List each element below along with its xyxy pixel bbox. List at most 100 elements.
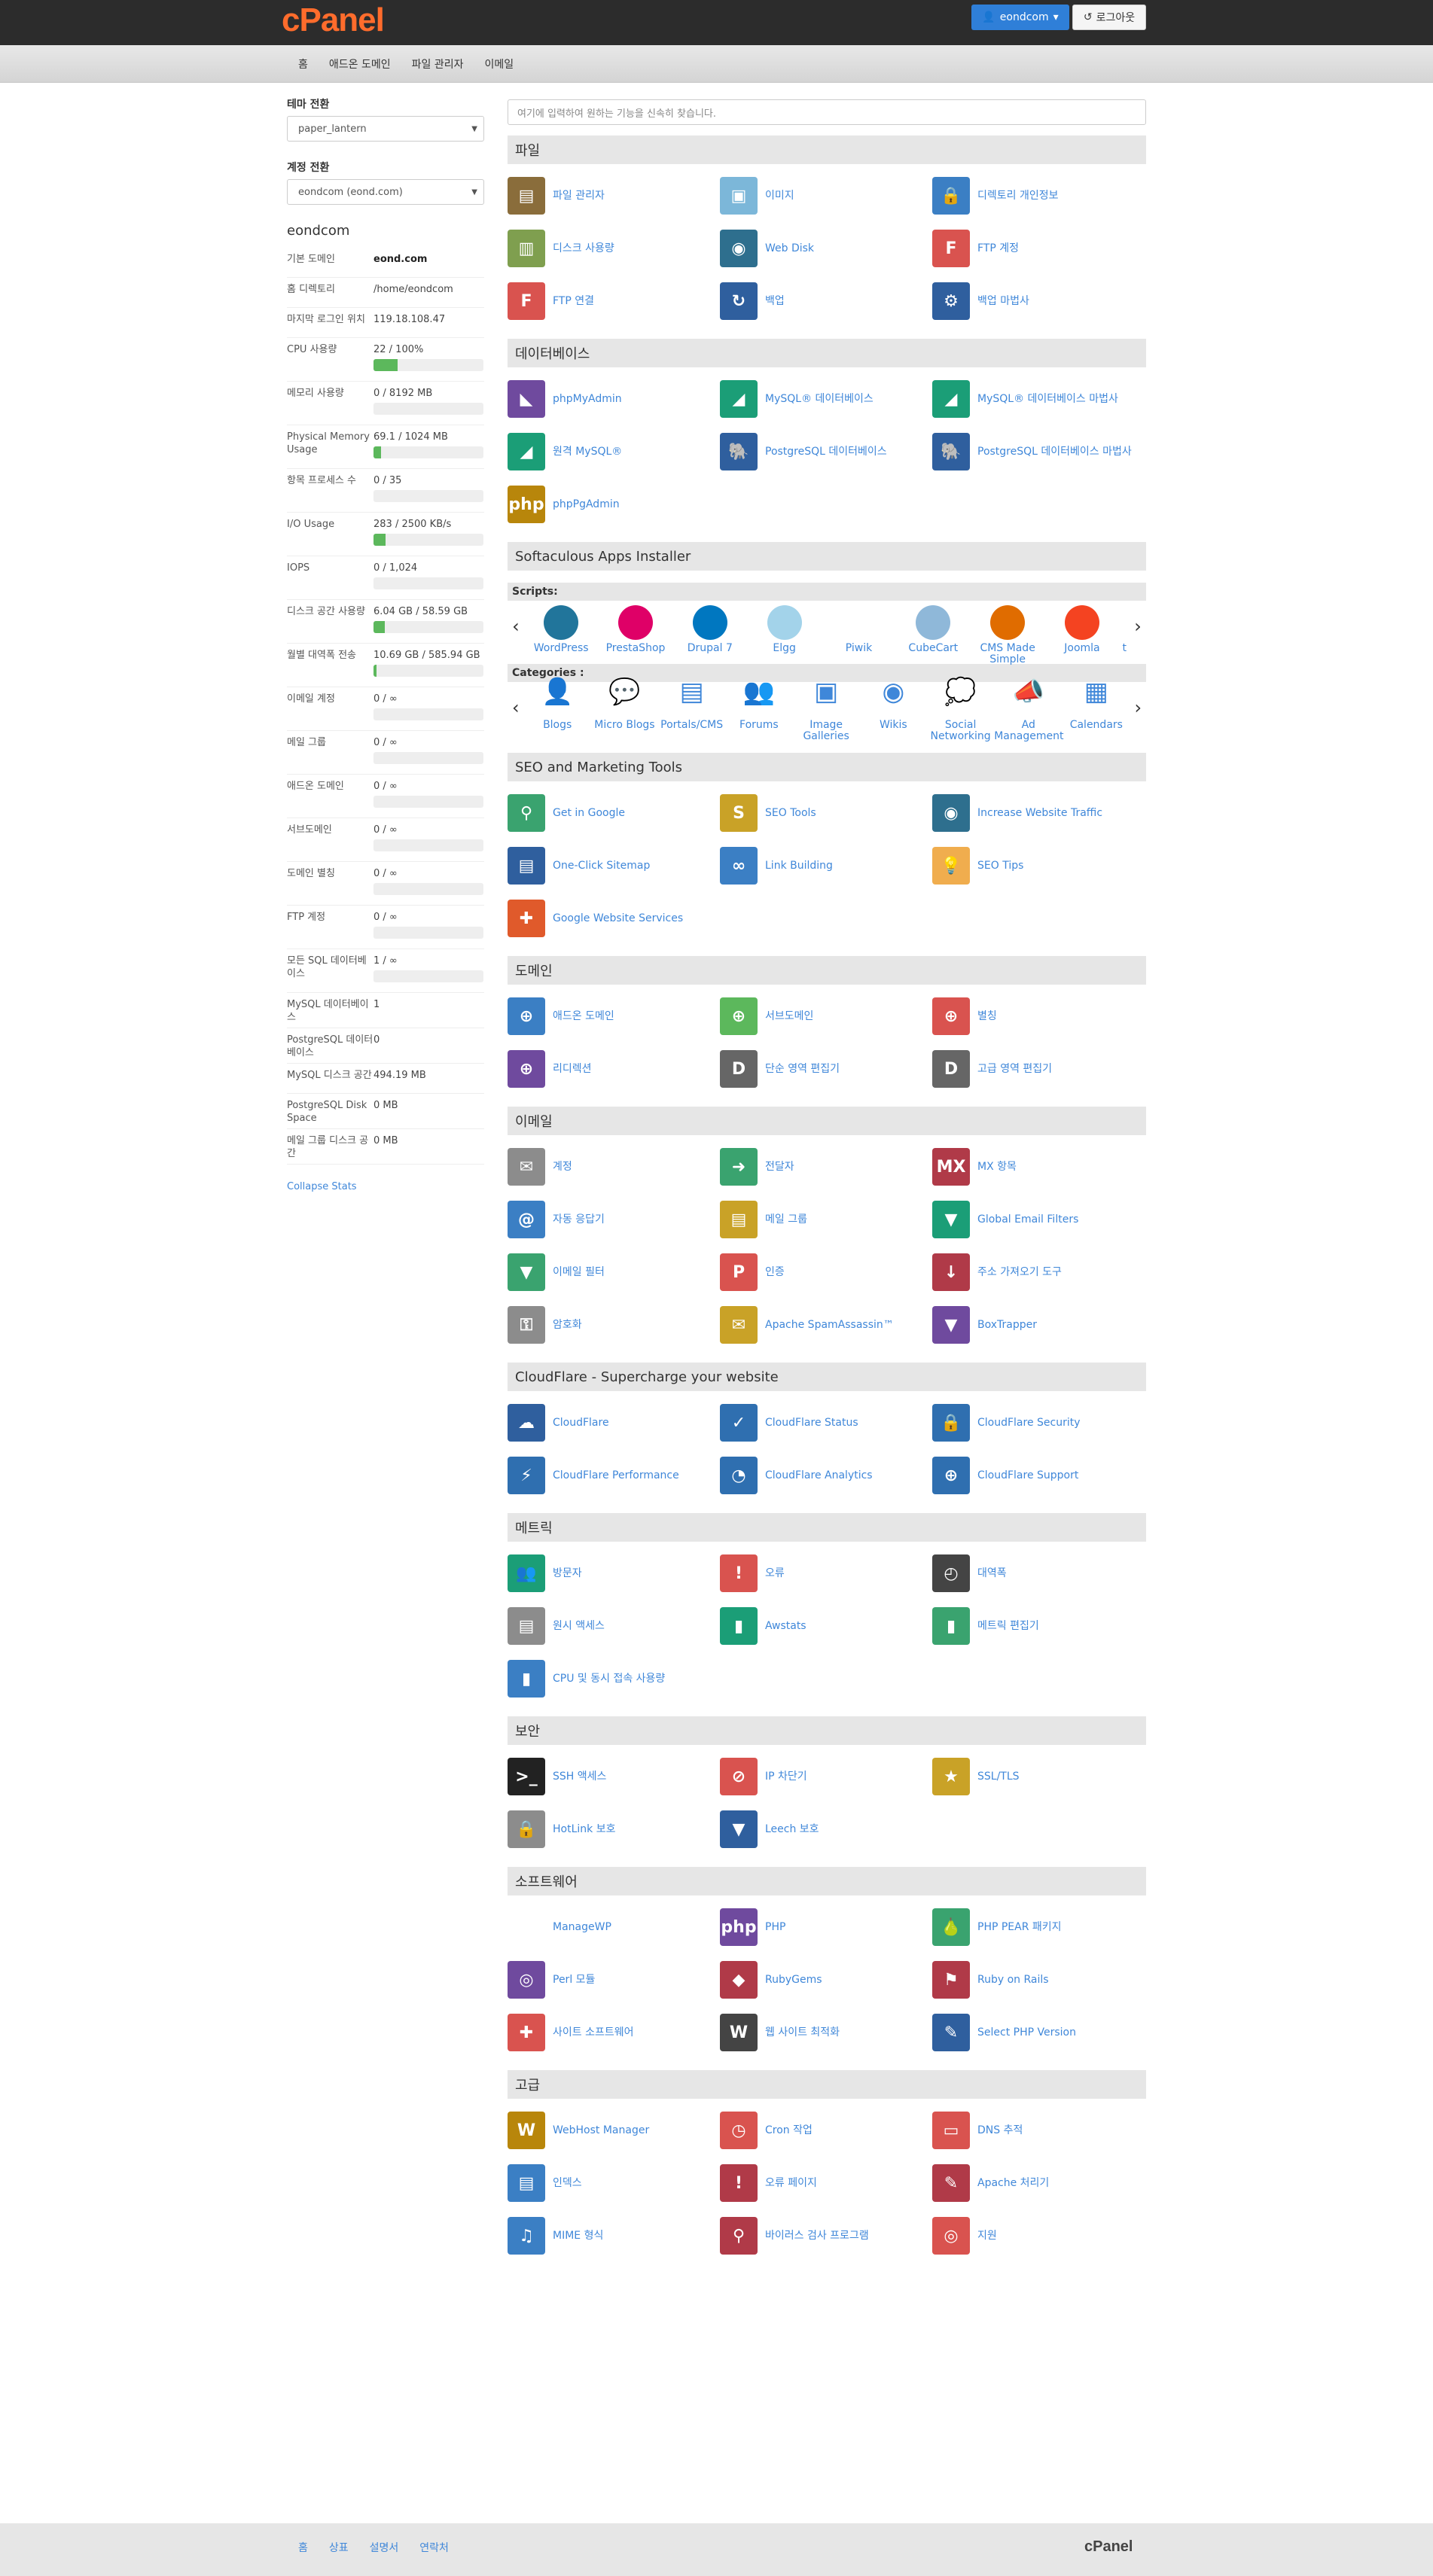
section-header[interactable]: 데이터베이스 [508,339,1146,367]
feature-item[interactable]: 🐘 PostgreSQL 데이터베이스 [720,432,932,471]
feature-item[interactable]: ⚑ Ruby on Rails [932,1960,1145,1999]
feature-item[interactable]: ◴ 대역폭 [932,1554,1145,1593]
feature-item[interactable]: ↻ 백업 [720,282,932,321]
feature-item[interactable]: ▮ CPU 및 동시 접속 사용량 [508,1659,720,1698]
feature-item[interactable]: ⚲ Get in Google [508,793,720,833]
chevron-right-icon[interactable]: › [1130,687,1146,718]
category-item[interactable]: 👥 Forums [725,679,792,731]
feature-item[interactable]: php PHP [720,1908,932,1947]
category-item[interactable]: 📣 Ad Management [994,679,1063,742]
category-item[interactable]: ▣ Image Galleries [793,679,860,742]
feature-item[interactable]: ⊕ 서브도메인 [720,997,932,1036]
feature-item[interactable]: ◣ phpMyAdmin [508,379,720,419]
feature-item[interactable]: ✎ Select PHP Version [932,2013,1145,2052]
feature-item[interactable]: ▼ BoxTrapper [932,1305,1145,1344]
chevron-left-icon[interactable]: ‹ [508,605,524,637]
feature-item[interactable]: ⊕ 별칭 [932,997,1145,1036]
feature-item[interactable]: D 고급 영역 편집기 [932,1049,1145,1089]
category-item[interactable]: ▦ Calendars [1063,679,1130,731]
feature-item[interactable]: ▤ 인덱스 [508,2163,720,2203]
category-item[interactable]: ◉ Wikis [860,679,927,731]
feature-item[interactable]: ⚡ CloudFlare Performance [508,1456,720,1495]
feature-item[interactable]: F FTP 계정 [932,229,1145,268]
feature-item[interactable]: 🔒 디렉토리 개인정보 [932,176,1145,215]
feature-item[interactable]: D 단순 영역 편집기 [720,1049,932,1089]
feature-item[interactable]: ▮ Awstats [720,1606,932,1646]
feature-item[interactable]: ♫ MIME 형식 [508,2216,720,2255]
section-header[interactable]: 도메인 [508,956,1146,985]
feature-item[interactable]: ∞ Link Building [720,846,932,885]
feature-item[interactable]: W WebHost Manager [508,2111,720,2150]
feature-item[interactable]: ▤ 파일 관리자 [508,176,720,215]
feature-item[interactable]: ▤ 메일 그룹 [720,1200,932,1239]
collapse-stats-link[interactable]: Collapse Stats [287,1181,484,1192]
feature-item[interactable]: ⊕ 애드온 도메인 [508,997,720,1036]
feature-item[interactable]: ◷ Cron 작업 [720,2111,932,2150]
footer-link[interactable]: 상표 [329,2540,349,2555]
feature-item[interactable]: 🍐 PHP PEAR 패키지 [932,1908,1145,1947]
feature-item[interactable]: ManageWP [508,1908,720,1947]
feature-item[interactable]: ⚙ 백업 마법사 [932,282,1145,321]
chevron-left-icon[interactable]: ‹ [508,687,524,718]
feature-item[interactable]: ◔ CloudFlare Analytics [720,1456,932,1495]
feature-item[interactable]: ▣ 이미지 [720,176,932,215]
section-header[interactable]: 이메일 [508,1107,1146,1135]
user-menu-button[interactable]: 👤 eondcom ▾ [971,5,1069,30]
feature-item[interactable]: ✚ Google Website Services [508,899,720,938]
feature-item[interactable]: ★ SSL/TLS [932,1757,1145,1796]
feature-item[interactable]: S SEO Tools [720,793,932,833]
account-select[interactable]: eondcom (eond.com) ▼ [287,179,484,205]
nav-link[interactable]: 홈 [298,56,308,72]
nav-link[interactable]: 애드온 도메인 [329,56,391,72]
feature-item[interactable]: ➜ 전달자 [720,1147,932,1186]
feature-item[interactable]: ◎ 지원 [932,2216,1145,2255]
script-more[interactable]: t [1119,605,1130,654]
script-item[interactable]: PrestaShop [599,605,673,654]
feature-item[interactable]: ▼ Global Email Filters [932,1200,1145,1239]
feature-item[interactable]: 🔒 CloudFlare Security [932,1403,1145,1442]
feature-item[interactable]: ✉ 계정 [508,1147,720,1186]
section-header[interactable]: SEO and Marketing Tools [508,753,1146,781]
feature-item[interactable]: 🔒 HotLink 보호 [508,1810,720,1849]
feature-item[interactable]: >_ SSH 액세스 [508,1757,720,1796]
footer-link[interactable]: 연락처 [419,2540,449,2555]
section-header[interactable]: Softaculous Apps Installer [508,542,1146,571]
theme-select[interactable]: paper_lantern ▼ [287,116,484,142]
feature-item[interactable]: ◎ Perl 모듈 [508,1960,720,1999]
feature-item[interactable]: ↓ 주소 가져오기 도구 [932,1253,1145,1292]
feature-item[interactable]: ✉ Apache SpamAssassin™ [720,1305,932,1344]
script-item[interactable]: CubeCart [896,605,971,654]
feature-item[interactable]: 💡 SEO Tips [932,846,1145,885]
section-header[interactable]: 소프트웨어 [508,1867,1146,1895]
feature-item[interactable]: ▼ Leech 보호 [720,1810,932,1849]
footer-link[interactable]: 설명서 [370,2540,399,2555]
feature-item[interactable]: ! 오류 페이지 [720,2163,932,2203]
cpanel-logo[interactable]: cPanel [282,2,385,39]
feature-item[interactable]: ▼ 이메일 필터 [508,1253,720,1292]
script-item[interactable]: Joomla [1045,605,1120,654]
feature-item[interactable]: 🐘 PostgreSQL 데이터베이스 마법사 [932,432,1145,471]
feature-item[interactable]: ▮ 메트릭 편집기 [932,1606,1145,1646]
feature-item[interactable]: @ 자동 응답기 [508,1200,720,1239]
feature-item[interactable]: ◆ RubyGems [720,1960,932,1999]
script-item[interactable]: Piwik [822,605,896,654]
feature-item[interactable]: ! 오류 [720,1554,932,1593]
feature-item[interactable]: ▥ 디스크 사용량 [508,229,720,268]
feature-item[interactable]: ◢ 원격 MySQL® [508,432,720,471]
feature-item[interactable]: php phpPgAdmin [508,485,720,524]
chevron-right-icon[interactable]: › [1130,605,1146,637]
feature-item[interactable]: ◢ MySQL® 데이터베이스 마법사 [932,379,1145,419]
feature-item[interactable]: ✎ Apache 처리기 [932,2163,1145,2203]
search-input[interactable]: 여기에 입력하여 원하는 기능을 신속히 찾습니다. [508,99,1146,125]
feature-item[interactable]: ▤ 원시 액세스 [508,1606,720,1646]
feature-item[interactable]: ◉ Web Disk [720,229,932,268]
feature-item[interactable]: ⊕ CloudFlare Support [932,1456,1145,1495]
category-item[interactable]: 💭 Social Networking [927,679,994,742]
feature-item[interactable]: ✚ 사이트 소프트웨어 [508,2013,720,2052]
script-item[interactable]: CMS Made Simple [971,605,1045,665]
feature-item[interactable]: ◉ Increase Website Traffic [932,793,1145,833]
feature-item[interactable]: ⚿ 암호화 [508,1305,720,1344]
nav-link[interactable]: 이메일 [484,56,514,72]
section-header[interactable]: CloudFlare - Supercharge your website [508,1363,1146,1391]
feature-item[interactable]: ⊘ IP 차단기 [720,1757,932,1796]
